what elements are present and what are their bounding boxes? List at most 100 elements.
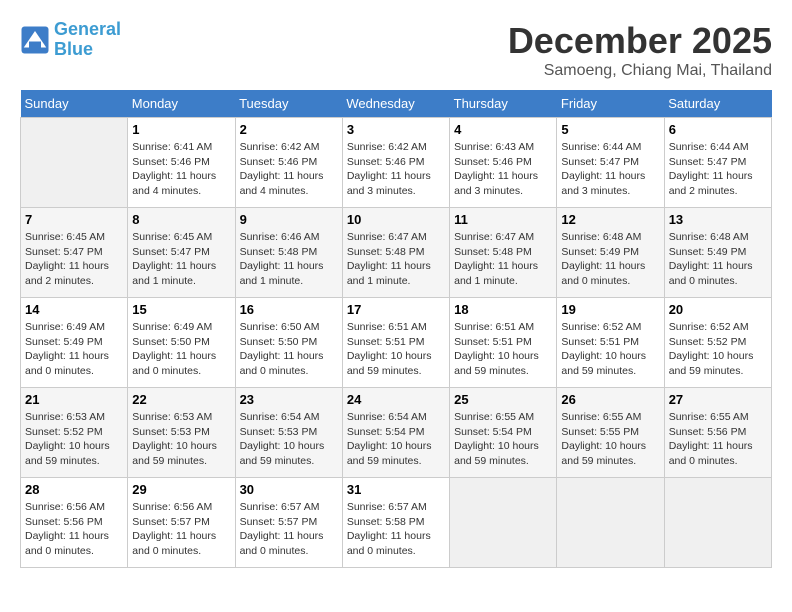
calendar-cell: 29 Sunrise: 6:56 AMSunset: 5:57 PMDayligh… <box>128 478 235 568</box>
cell-info: Sunrise: 6:53 AMSunset: 5:53 PMDaylight:… <box>132 410 230 469</box>
calendar-cell: 7Sunrise: 6:45 AMSunset: 5:47 PMDaylight… <box>21 208 128 298</box>
cell-info: Sunrise: 6:54 AMSunset: 5:54 PMDaylight:… <box>347 410 445 469</box>
calendar-cell: 24 Sunrise: 6:54 AMSunset: 5:54 PMDayligh… <box>342 388 449 478</box>
cell-info: Sunrise: 6:46 AMSunset: 5:48 PMDaylight:… <box>240 230 338 289</box>
day-number: 3 <box>347 122 445 137</box>
day-number: 9 <box>240 212 338 227</box>
cell-info: Sunrise: 6:51 AMSunset: 5:51 PMDaylight:… <box>347 320 445 379</box>
day-number: 30 <box>240 482 338 497</box>
calendar-cell: 10 Sunrise: 6:47 AMSunset: 5:48 PMDayligh… <box>342 208 449 298</box>
calendar-cell: 26 Sunrise: 6:55 AMSunset: 5:55 PMDayligh… <box>557 388 664 478</box>
calendar-cell: 15 Sunrise: 6:49 AMSunset: 5:50 PMDayligh… <box>128 298 235 388</box>
calendar-cell <box>450 478 557 568</box>
calendar-cell: 28 Sunrise: 6:56 AMSunset: 5:56 PMDayligh… <box>21 478 128 568</box>
cell-info: Sunrise: 6:51 AMSunset: 5:51 PMDaylight:… <box>454 320 552 379</box>
cell-info: Sunrise: 6:42 AMSunset: 5:46 PMDaylight:… <box>240 140 338 199</box>
cell-info: Sunrise: 6:47 AMSunset: 5:48 PMDaylight:… <box>347 230 445 289</box>
calendar-cell: 14 Sunrise: 6:49 AMSunset: 5:49 PMDayligh… <box>21 298 128 388</box>
cell-info: Sunrise: 6:47 AMSunset: 5:48 PMDaylight:… <box>454 230 552 289</box>
calendar-cell: 12 Sunrise: 6:48 AMSunset: 5:49 PMDayligh… <box>557 208 664 298</box>
day-header-thursday: Thursday <box>450 90 557 118</box>
calendar-week-3: 14 Sunrise: 6:49 AMSunset: 5:49 PMDayligh… <box>21 298 772 388</box>
cell-info: Sunrise: 6:54 AMSunset: 5:53 PMDaylight:… <box>240 410 338 469</box>
calendar-cell: 8Sunrise: 6:45 AMSunset: 5:47 PMDaylight… <box>128 208 235 298</box>
day-number: 23 <box>240 392 338 407</box>
day-header-saturday: Saturday <box>664 90 771 118</box>
day-number: 24 <box>347 392 445 407</box>
day-header-sunday: Sunday <box>21 90 128 118</box>
day-number: 19 <box>561 302 659 317</box>
day-number: 15 <box>132 302 230 317</box>
calendar-cell: 21Sunrise: 6:53 AMSunset: 5:52 PMDayligh… <box>21 388 128 478</box>
title-area: December 2025 Samoeng, Chiang Mai, Thail… <box>508 20 772 80</box>
calendar-cell: 16Sunrise: 6:50 AMSunset: 5:50 PMDayligh… <box>235 298 342 388</box>
day-number: 12 <box>561 212 659 227</box>
calendar-cell: 6Sunrise: 6:44 AMSunset: 5:47 PMDaylight… <box>664 118 771 208</box>
calendar-week-5: 28 Sunrise: 6:56 AMSunset: 5:56 PMDayligh… <box>21 478 772 568</box>
cell-info: Sunrise: 6:56 AMSunset: 5:57 PMDaylight:… <box>132 500 230 559</box>
logo-icon <box>20 25 50 55</box>
day-number: 2 <box>240 122 338 137</box>
day-number: 14 <box>25 302 123 317</box>
calendar-cell: 5Sunrise: 6:44 AMSunset: 5:47 PMDaylight… <box>557 118 664 208</box>
cell-info: Sunrise: 6:55 AMSunset: 5:55 PMDaylight:… <box>561 410 659 469</box>
calendar-cell: 13Sunrise: 6:48 AMSunset: 5:49 PMDayligh… <box>664 208 771 298</box>
calendar-cell: 31Sunrise: 6:57 AMSunset: 5:58 PMDayligh… <box>342 478 449 568</box>
calendar-cell: 25Sunrise: 6:55 AMSunset: 5:54 PMDayligh… <box>450 388 557 478</box>
day-number: 6 <box>669 122 767 137</box>
location: Samoeng, Chiang Mai, Thailand <box>508 62 772 80</box>
calendar-week-1: 1Sunrise: 6:41 AMSunset: 5:46 PMDaylight… <box>21 118 772 208</box>
calendar-header-row: SundayMondayTuesdayWednesdayThursdayFrid… <box>21 90 772 118</box>
calendar-cell: 22 Sunrise: 6:53 AMSunset: 5:53 PMDayligh… <box>128 388 235 478</box>
calendar-week-2: 7 Sunrise: 6:45 AMSunset: 5:47 PMDaylight… <box>21 208 772 298</box>
day-header-monday: Monday <box>128 90 235 118</box>
cell-info: Sunrise: 6:55 AMSunset: 5:56 PMDaylight:… <box>669 410 767 469</box>
day-number: 29 <box>132 482 230 497</box>
day-number: 27 <box>669 392 767 407</box>
day-number: 18 <box>454 302 552 317</box>
day-number: 26 <box>561 392 659 407</box>
cell-info: Sunrise: 6:48 AMSunset: 5:49 PMDaylight:… <box>669 230 767 289</box>
logo: General Blue <box>20 20 121 60</box>
logo-text: General Blue <box>54 20 121 60</box>
cell-info: Sunrise: 6:45 AMSunset: 5:47 PMDaylight:… <box>132 230 230 289</box>
calendar-week-4: 21Sunrise: 6:53 AMSunset: 5:52 PMDayligh… <box>21 388 772 478</box>
calendar-cell: 30 Sunrise: 6:57 AMSunset: 5:57 PMDayligh… <box>235 478 342 568</box>
day-number: 1 <box>132 122 230 137</box>
cell-info: Sunrise: 6:49 AMSunset: 5:49 PMDaylight:… <box>25 320 123 379</box>
cell-info: Sunrise: 6:52 AMSunset: 5:51 PMDaylight:… <box>561 320 659 379</box>
calendar-cell: 19 Sunrise: 6:52 AMSunset: 5:51 PMDayligh… <box>557 298 664 388</box>
day-number: 28 <box>25 482 123 497</box>
cell-info: Sunrise: 6:49 AMSunset: 5:50 PMDaylight:… <box>132 320 230 379</box>
logo-line1: General <box>54 19 121 39</box>
cell-info: Sunrise: 6:56 AMSunset: 5:56 PMDaylight:… <box>25 500 123 559</box>
calendar-cell <box>21 118 128 208</box>
day-number: 20 <box>669 302 767 317</box>
calendar-cell: 4Sunrise: 6:43 AMSunset: 5:46 PMDaylight… <box>450 118 557 208</box>
calendar-cell: 20 Sunrise: 6:52 AMSunset: 5:52 PMDayligh… <box>664 298 771 388</box>
calendar-cell: 3 Sunrise: 6:42 AMSunset: 5:46 PMDaylight… <box>342 118 449 208</box>
cell-info: Sunrise: 6:55 AMSunset: 5:54 PMDaylight:… <box>454 410 552 469</box>
cell-info: Sunrise: 6:42 AMSunset: 5:46 PMDaylight:… <box>347 140 445 199</box>
calendar-cell: 17Sunrise: 6:51 AMSunset: 5:51 PMDayligh… <box>342 298 449 388</box>
calendar-table: SundayMondayTuesdayWednesdayThursdayFrid… <box>20 90 772 568</box>
calendar-cell <box>664 478 771 568</box>
month-title: December 2025 <box>508 20 772 62</box>
calendar-cell: 18 Sunrise: 6:51 AMSunset: 5:51 PMDayligh… <box>450 298 557 388</box>
cell-info: Sunrise: 6:57 AMSunset: 5:58 PMDaylight:… <box>347 500 445 559</box>
day-header-friday: Friday <box>557 90 664 118</box>
cell-info: Sunrise: 6:44 AMSunset: 5:47 PMDaylight:… <box>561 140 659 199</box>
day-number: 10 <box>347 212 445 227</box>
calendar-cell: 27 Sunrise: 6:55 AMSunset: 5:56 PMDayligh… <box>664 388 771 478</box>
cell-info: Sunrise: 6:57 AMSunset: 5:57 PMDaylight:… <box>240 500 338 559</box>
day-header-wednesday: Wednesday <box>342 90 449 118</box>
calendar-cell: 1Sunrise: 6:41 AMSunset: 5:46 PMDaylight… <box>128 118 235 208</box>
cell-info: Sunrise: 6:50 AMSunset: 5:50 PMDaylight:… <box>240 320 338 379</box>
cell-info: Sunrise: 6:52 AMSunset: 5:52 PMDaylight:… <box>669 320 767 379</box>
cell-info: Sunrise: 6:43 AMSunset: 5:46 PMDaylight:… <box>454 140 552 199</box>
day-number: 7 <box>25 212 123 227</box>
cell-info: Sunrise: 6:48 AMSunset: 5:49 PMDaylight:… <box>561 230 659 289</box>
logo-line2: Blue <box>54 39 93 59</box>
day-number: 22 <box>132 392 230 407</box>
page-header: General Blue December 2025 Samoeng, Chia… <box>20 20 772 80</box>
